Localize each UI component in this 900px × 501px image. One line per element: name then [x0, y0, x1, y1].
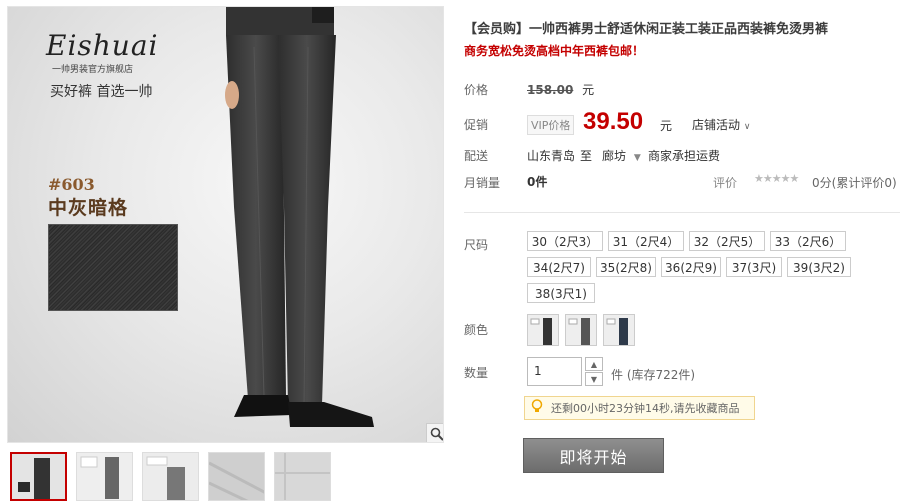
brand-subtitle: 一帅男装官方旗舰店 [52, 65, 134, 75]
product-subtitle: 商务宽松免烫高档中年西裤包邮！ [464, 44, 645, 58]
lightbulb-icon [531, 399, 543, 417]
quantity-input[interactable]: 1 [527, 357, 582, 386]
thumbnail-1[interactable] [10, 452, 67, 501]
color-name: 中灰暗格 [48, 197, 129, 219]
monthly-sales-label: 月销量 [464, 176, 501, 190]
size-option[interactable]: 37(3尺) [726, 257, 782, 277]
original-price-value: 158.00 [527, 83, 574, 97]
size-option[interactable]: 33（2尺6） [770, 231, 846, 251]
shipping-label: 配送 [464, 149, 489, 163]
size-label: 尺码 [464, 238, 489, 252]
thumbnail-3[interactable] [142, 452, 199, 501]
vip-price-tag: VIP价格 [527, 115, 575, 135]
rating-label: 评价 [713, 176, 738, 190]
main-product-image[interactable]: Eishuai 一帅男装官方旗舰店 买好裤 首选一帅 #603 中灰暗格 [7, 6, 444, 443]
size-option[interactable]: 34(2尺7) [527, 257, 591, 277]
shipping-from: 山东青岛 [527, 149, 576, 163]
thumbnail-2[interactable] [76, 452, 133, 501]
size-option[interactable]: 31（2尺4） [608, 231, 684, 251]
caret-down-icon: ▼ [633, 153, 641, 163]
countdown-notice: 还剩00小时23分钟14秒,请先收藏商品 [524, 396, 755, 420]
trousers-image [225, 7, 374, 427]
rating-value[interactable]: 0分(累计评价0) [812, 174, 897, 191]
brand-slogan: 买好裤 首选一帅 [50, 84, 153, 100]
chevron-down-icon: ∨ [743, 122, 751, 132]
promo-label: 促销 [464, 118, 489, 132]
size-option[interactable]: 39(3尺2) [787, 257, 851, 277]
color-option-1[interactable] [527, 314, 559, 346]
brand-logo: Eishuai [46, 29, 159, 62]
original-price-currency: 元 [582, 83, 595, 97]
quantity-increment-button[interactable]: ▲ [585, 357, 603, 371]
size-option[interactable]: 35(2尺8) [596, 257, 656, 277]
shipping-destination-select[interactable]: 廊坊 ▼ [602, 147, 641, 164]
original-price: 158.00 元 [527, 81, 594, 98]
shipping-fee-note: 商家承担运费 [648, 149, 721, 163]
color-option-2[interactable] [565, 314, 597, 346]
promo-currency: 元 [660, 119, 673, 133]
shop-activity-dropdown[interactable]: 店铺活动 ∨ [692, 116, 750, 133]
size-option[interactable]: 38(3尺1) [527, 283, 595, 303]
shop-activity-label: 店铺活动 [692, 118, 741, 132]
quantity-label: 数量 [464, 366, 489, 380]
shipping-to-word: 至 [580, 149, 593, 163]
thumbnail-strip [10, 452, 331, 501]
product-title: 【会员购】一帅西裤男士舒适休闲正装工装正品西装裤免烫男裤 [464, 22, 829, 37]
quantity-decrement-button[interactable]: ▼ [585, 372, 603, 386]
product-code: #603 [48, 175, 95, 194]
coming-soon-button[interactable]: 即将开始 [523, 438, 664, 473]
color-option-3[interactable] [603, 314, 635, 346]
size-option[interactable]: 36(2尺9) [661, 257, 721, 277]
stock-text: 件 (库存722件) [611, 368, 696, 382]
brand-block: Eishuai 一帅男装官方旗舰店 买好裤 首选一帅 [46, 29, 158, 101]
rating-stars: ★★★★★ [754, 172, 799, 185]
thumbnail-4[interactable] [208, 452, 265, 501]
size-option[interactable]: 30（2尺3） [527, 231, 603, 251]
price-label: 价格 [464, 83, 489, 97]
countdown-text: 还剩00小时23分钟14秒,请先收藏商品 [551, 402, 740, 415]
monthly-sales-count: 0件 [527, 175, 548, 189]
thumbnail-5[interactable] [274, 452, 331, 501]
shipping-destination: 廊坊 [602, 149, 627, 163]
magnifier-icon[interactable] [426, 423, 443, 442]
fabric-swatch [48, 224, 178, 311]
divider [464, 212, 900, 213]
size-option[interactable]: 32（2尺5） [689, 231, 765, 251]
promo-price: 39.50 [583, 108, 644, 135]
color-label: 颜色 [464, 323, 489, 337]
